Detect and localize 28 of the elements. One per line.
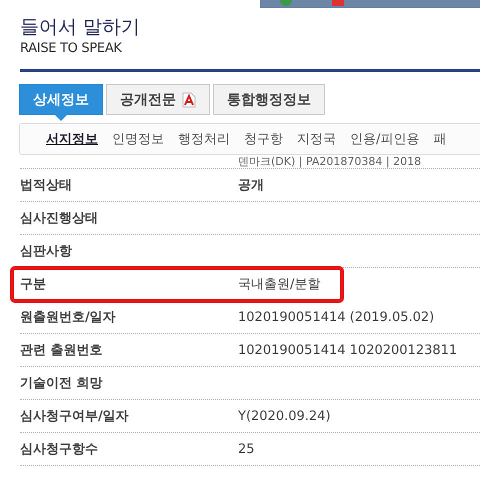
- page-subtitle: RAISE TO SPEAK: [20, 40, 123, 58]
- field-label: 심판사항: [20, 243, 73, 260]
- tab[interactable]: 통합행정정보: [213, 84, 325, 115]
- page-title: 들어서 말하기: [20, 15, 142, 40]
- field-label: 기술이전 희망: [20, 375, 104, 392]
- field-label: 심사청구여부/일자: [20, 408, 130, 425]
- family-info: 덴마크(DK) | PA201870384 | 2018: [20, 155, 480, 169]
- field-label: 구분: [20, 276, 47, 293]
- field-label: 관련 출원번호: [20, 342, 104, 359]
- field-value: 1020190051414 (2019.05.02): [238, 310, 434, 324]
- field-label: 심사진행상태: [20, 210, 99, 227]
- subnav-link[interactable]: 서지정보: [46, 130, 98, 148]
- subnav-link[interactable]: 지정국: [297, 130, 336, 148]
- field-value: 25: [238, 442, 255, 456]
- field-label: 원출원번호/일자: [20, 309, 117, 326]
- subnav-link[interactable]: 청구항: [244, 130, 283, 148]
- subnav-link[interactable]: 행정처리: [178, 130, 230, 148]
- subnav-link[interactable]: 패: [433, 130, 446, 148]
- tab-pointer-icon: [55, 115, 67, 121]
- field-label: 심사청구항수: [20, 441, 99, 458]
- tab[interactable]: 공개전문: [106, 84, 210, 115]
- field-value: Y(2020.09.24): [238, 408, 331, 424]
- field-value: 국내출원/분할: [238, 276, 320, 293]
- subnav-link[interactable]: 인명정보: [112, 130, 164, 148]
- subnav-link[interactable]: 인용/피인용: [350, 130, 420, 148]
- field-label: 법적상태: [20, 177, 73, 194]
- field-value: 1020190051414 1020200123811: [238, 342, 458, 358]
- field-value: 공개: [238, 177, 264, 194]
